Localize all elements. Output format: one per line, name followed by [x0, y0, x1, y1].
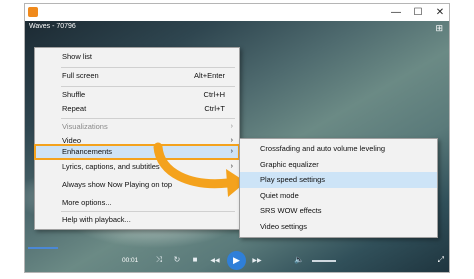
menu-separator: [61, 211, 235, 212]
shuffle-icon[interactable]: ⤨: [152, 255, 166, 265]
minimize-button[interactable]: —: [385, 4, 407, 21]
chevron-right-icon: ›: [230, 123, 233, 130]
menu-item-shuffle[interactable]: Shuffle Ctrl+H: [35, 88, 239, 102]
playback-controls: 00:01 ⤨ ↻ ■ ◀◀ ▶ ▶▶ 🔈 ⤢: [24, 247, 450, 272]
close-button[interactable]: ✕: [429, 4, 449, 21]
elapsed-time: 00:01: [122, 257, 139, 264]
menu-item-full-screen[interactable]: Full screen Alt+Enter: [35, 69, 239, 83]
fullscreen-icon[interactable]: ⤢: [438, 255, 444, 265]
repeat-icon[interactable]: ↻: [170, 255, 184, 264]
previous-icon[interactable]: ◀◀: [208, 257, 222, 264]
submenu-item-srs-wow[interactable]: SRS WOW effects: [240, 203, 437, 219]
app-logo-icon: [28, 7, 38, 17]
submenu-item-video-settings[interactable]: Video settings: [240, 219, 437, 235]
now-playing-title: Waves - 70796: [29, 23, 76, 30]
menu-item-show-list[interactable]: Show list: [35, 50, 239, 64]
volume-slider[interactable]: [312, 260, 336, 262]
title-bar: — ☐ ✕: [25, 4, 449, 21]
seek-bar[interactable]: [28, 247, 58, 249]
menu-item-visualizations[interactable]: Visualizations ›: [35, 120, 239, 134]
menu-separator: [61, 67, 235, 68]
submenu-item-play-speed[interactable]: Play speed settings: [240, 172, 437, 188]
submenu-item-quiet-mode[interactable]: Quiet mode: [240, 188, 437, 204]
menu-item-repeat[interactable]: Repeat Ctrl+T: [35, 102, 239, 116]
menu-separator: [61, 118, 235, 119]
menu-separator: [61, 86, 235, 87]
next-icon[interactable]: ▶▶: [250, 257, 264, 264]
submenu-item-graphic-equalizer[interactable]: Graphic equalizer: [240, 157, 437, 173]
stop-icon[interactable]: ■: [188, 255, 202, 264]
menu-item-help-playback[interactable]: Help with playback...: [35, 213, 239, 227]
submenu-item-crossfading[interactable]: Crossfading and auto volume leveling: [240, 141, 437, 157]
enhancements-submenu: Crossfading and auto volume leveling Gra…: [239, 138, 438, 238]
switch-view-icon[interactable]: ⊞: [435, 23, 443, 34]
volume-icon[interactable]: 🔈: [292, 255, 306, 264]
play-icon[interactable]: ▶: [227, 251, 246, 270]
callout-arrow-icon: [153, 142, 246, 197]
maximize-button[interactable]: ☐: [407, 4, 429, 21]
